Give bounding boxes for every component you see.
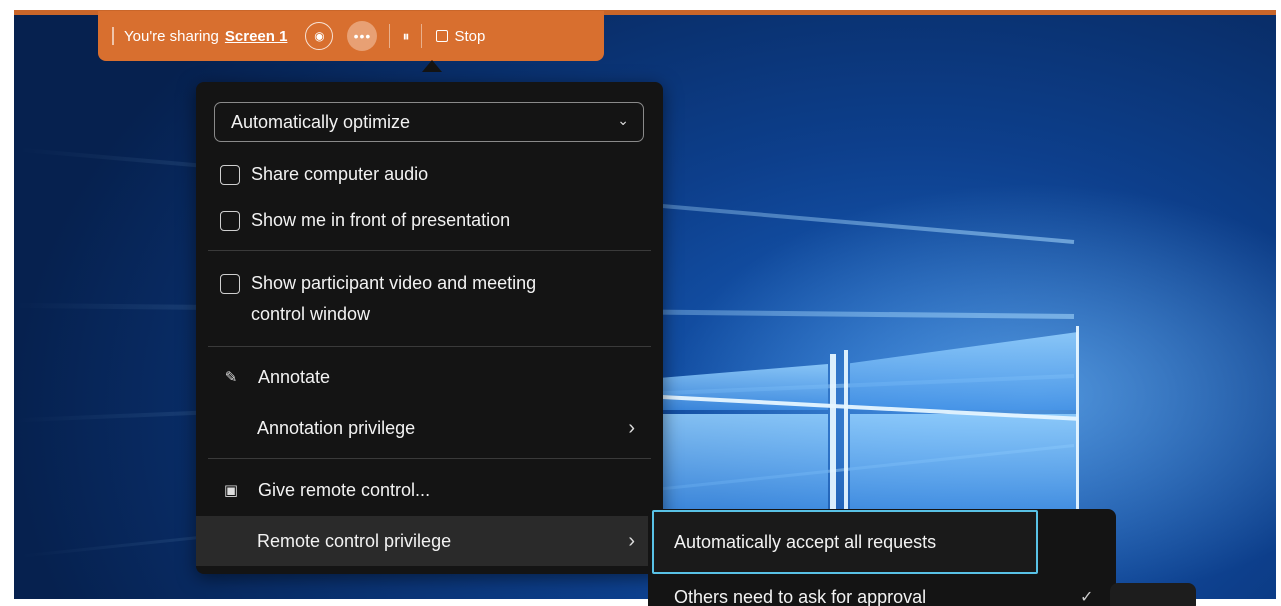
submenu-item-ask-approval[interactable]: Others need to ask for approval: [674, 587, 926, 606]
menu-item-label: Annotation privilege: [257, 417, 416, 438]
checkbox-box[interactable]: [220, 274, 240, 294]
checkbox-label-line2: control window: [251, 304, 371, 324]
checkbox-label-line1: Show participant video and meeting: [251, 273, 537, 293]
remote-control-icon: ▣: [223, 482, 239, 499]
stop-icon: [436, 30, 449, 42]
checkbox-show-participant-video[interactable]: Show participant video and meeting contr…: [220, 273, 536, 330]
view-icon: ◉: [314, 29, 325, 43]
view-button[interactable]: ◉: [305, 22, 334, 50]
toolbar-divider: [389, 24, 391, 48]
chevron-down-icon: ⌄: [617, 112, 629, 128]
submenu-item-label: Automatically accept all requests: [674, 531, 937, 552]
logo-pane-bottom-left: [662, 414, 828, 514]
logo-edge: [1076, 326, 1079, 526]
logo-divider-vertical: [830, 354, 836, 534]
sharing-prefix: You're sharing: [124, 27, 219, 45]
menu-item-annotate[interactable]: ✎ Annotate: [196, 352, 663, 402]
toolbar-divider: [421, 24, 423, 48]
menu-item-give-remote-control[interactable]: ▣ Give remote control...: [196, 465, 663, 515]
pause-share-button[interactable]: ⏸: [402, 28, 409, 45]
screen-name-link[interactable]: Screen 1: [225, 28, 288, 45]
chevron-right-icon: ›: [628, 416, 635, 439]
checkbox-share-audio[interactable]: Share computer audio: [220, 164, 428, 190]
checkbox-box[interactable]: [220, 211, 240, 231]
more-options-button[interactable]: •••: [347, 21, 378, 51]
pause-icon: ⏸: [402, 27, 410, 44]
checkbox-label: Show me in front of presentation: [251, 210, 511, 230]
checkbox-show-me-in-front[interactable]: Show me in front of presentation: [220, 210, 510, 236]
checkbox-label: Share computer audio: [251, 164, 429, 184]
checkmark-icon: ✓: [1080, 589, 1094, 606]
logo-pane-bottom-right: [850, 414, 1078, 514]
chevron-right-icon: ›: [628, 529, 635, 552]
menu-item-label: Remote control privilege: [257, 530, 452, 551]
optimize-dropdown[interactable]: Automatically optimize ⌄: [214, 102, 644, 142]
menu-item-label: Annotate: [258, 366, 331, 387]
menu-item-label: Give remote control...: [258, 479, 431, 500]
menu-divider: [208, 458, 651, 459]
menu-divider: [208, 250, 651, 251]
taskbar-fragment: [1110, 583, 1196, 606]
logo-divider-vertical: [844, 350, 848, 534]
checkbox-box[interactable]: [220, 165, 240, 185]
more-options-icon: •••: [353, 28, 372, 44]
menu-item-remote-control-privilege[interactable]: Remote control privilege ›: [196, 516, 663, 566]
checkbox-label: Show participant video and meeting contr…: [251, 268, 536, 330]
more-options-menu: Automatically optimize ⌄ Share computer …: [196, 82, 663, 574]
sharing-toolbar: You're sharing Screen 1 ◉ ••• ⏸ Stop: [98, 11, 604, 61]
submenu-item-auto-accept[interactable]: Automatically accept all requests: [652, 510, 1038, 574]
logo-pane-top-right: [850, 332, 1078, 410]
remote-control-privilege-submenu: Automatically accept all requests Others…: [648, 509, 1116, 606]
drag-handle[interactable]: [112, 27, 114, 45]
menu-pointer: [422, 60, 442, 72]
submenu-item-label: Others need to ask for approval: [674, 587, 927, 606]
annotate-icon: ✎: [224, 369, 238, 386]
stop-label: Stop: [454, 27, 486, 45]
stop-share-button[interactable]: Stop: [436, 28, 485, 45]
menu-item-annotation-privilege[interactable]: Annotation privilege ›: [196, 403, 663, 453]
sharing-status: You're sharing Screen 1: [124, 28, 287, 45]
optimize-dropdown-value: Automatically optimize: [231, 111, 411, 132]
menu-divider: [208, 346, 651, 347]
